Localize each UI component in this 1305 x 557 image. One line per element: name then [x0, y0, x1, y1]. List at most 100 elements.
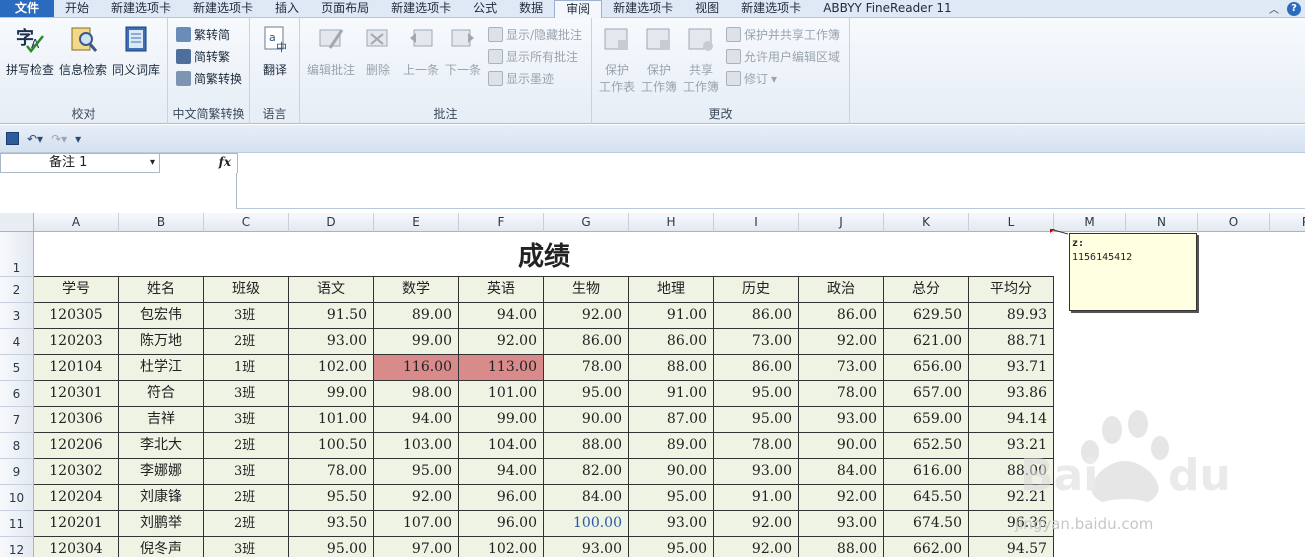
table-cell[interactable]: 90.00 [629, 459, 714, 485]
header-cell[interactable]: 数学 [374, 277, 459, 303]
table-cell[interactable]: 刘鹏举 [119, 511, 204, 537]
table-cell[interactable]: 657.00 [884, 381, 969, 407]
allow-edit-ranges-button[interactable]: 允许用户编辑区域 [726, 48, 840, 65]
to-simplified-button[interactable]: 繁转简 [176, 26, 230, 43]
table-cell[interactable]: 78.00 [289, 459, 374, 485]
table-cell[interactable]: 90.00 [799, 433, 884, 459]
column-header[interactable]: N [1126, 213, 1198, 232]
column-header[interactable]: P [1270, 213, 1305, 232]
table-cell[interactable]: 93.71 [969, 355, 1054, 381]
table-cell[interactable]: 78.00 [799, 381, 884, 407]
table-cell[interactable]: 2班 [204, 485, 289, 511]
tab-0[interactable]: 文件 [0, 0, 54, 17]
table-cell[interactable]: 99.00 [459, 407, 544, 433]
table-cell[interactable]: 92.00 [459, 329, 544, 355]
table-cell[interactable]: 95.00 [629, 485, 714, 511]
table-cell[interactable]: 95.00 [629, 537, 714, 557]
table-cell[interactable]: 86.00 [714, 355, 799, 381]
row-header[interactable]: 3 [0, 303, 34, 329]
show-ink-button[interactable]: 显示墨迹 [488, 70, 554, 87]
table-cell[interactable]: 91.00 [629, 303, 714, 329]
thesaurus-button[interactable]: 同义词库 [110, 24, 162, 78]
table-cell[interactable]: 73.00 [799, 355, 884, 381]
table-cell[interactable]: 91.50 [289, 303, 374, 329]
table-cell[interactable]: 78.00 [544, 355, 629, 381]
header-cell[interactable]: 姓名 [119, 277, 204, 303]
track-changes-button[interactable]: 修订 ▾ [726, 70, 777, 87]
column-header[interactable]: K [884, 213, 969, 232]
table-cell[interactable]: 621.00 [884, 329, 969, 355]
spell-check-button[interactable]: 字A 拼写检查 [4, 24, 56, 78]
row-header[interactable]: 9 [0, 459, 34, 485]
table-cell[interactable]: 刘康锋 [119, 485, 204, 511]
table-cell[interactable]: 95.00 [289, 537, 374, 557]
header-cell[interactable]: 平均分 [969, 277, 1054, 303]
table-cell[interactable]: 78.00 [714, 433, 799, 459]
table-cell[interactable]: 94.00 [459, 303, 544, 329]
to-traditional-button[interactable]: 简转繁 [176, 48, 230, 65]
protect-share-button[interactable]: 保护并共享工作簿 [726, 26, 840, 43]
column-header[interactable]: D [289, 213, 374, 232]
table-cell[interactable]: 倪冬声 [119, 537, 204, 557]
table-cell[interactable]: 120104 [34, 355, 119, 381]
table-cell[interactable]: 93.86 [969, 381, 1054, 407]
save-icon[interactable] [6, 132, 19, 145]
header-cell[interactable]: 语文 [289, 277, 374, 303]
protect-sheet-button[interactable]: 保护 工作表 [596, 24, 638, 95]
table-cell[interactable]: 92.00 [544, 303, 629, 329]
table-cell[interactable]: 116.00 [374, 355, 459, 381]
table-cell[interactable]: 101.00 [459, 381, 544, 407]
table-cell[interactable]: 94.00 [374, 407, 459, 433]
table-cell[interactable]: 93.00 [714, 459, 799, 485]
table-cell[interactable]: 3班 [204, 459, 289, 485]
row-header[interactable]: 10 [0, 485, 34, 511]
column-header[interactable]: A [34, 213, 119, 232]
table-cell[interactable]: 3班 [204, 381, 289, 407]
row-header[interactable]: 8 [0, 433, 34, 459]
column-header[interactable]: I [714, 213, 799, 232]
tab-5[interactable]: 页面布局 [310, 0, 380, 17]
column-header[interactable]: H [629, 213, 714, 232]
chevron-down-icon[interactable]: ▾ [150, 154, 155, 172]
table-cell[interactable]: 92.00 [799, 485, 884, 511]
tab-7[interactable]: 公式 [462, 0, 508, 17]
table-cell[interactable]: 89.00 [629, 433, 714, 459]
table-cell[interactable]: 656.00 [884, 355, 969, 381]
table-cell[interactable]: 88.00 [799, 537, 884, 557]
header-cell[interactable]: 总分 [884, 277, 969, 303]
row-header[interactable]: 6 [0, 381, 34, 407]
table-cell[interactable]: 3班 [204, 303, 289, 329]
row-header[interactable]: 12 [0, 537, 34, 557]
share-workbook-button[interactable]: 共享 工作簿 [680, 24, 722, 95]
table-cell[interactable]: 120204 [34, 485, 119, 511]
table-cell[interactable]: 645.50 [884, 485, 969, 511]
show-all-comments-button[interactable]: 显示所有批注 [488, 48, 578, 65]
table-cell[interactable]: 674.50 [884, 511, 969, 537]
table-cell[interactable]: 3班 [204, 537, 289, 557]
table-cell[interactable]: 李北大 [119, 433, 204, 459]
tab-12[interactable]: 新建选项卡 [730, 0, 812, 17]
table-cell[interactable]: 2班 [204, 433, 289, 459]
tab-9[interactable]: 审阅 [554, 0, 603, 19]
table-cell[interactable]: 99.00 [374, 329, 459, 355]
table-cell[interactable]: 92.00 [374, 485, 459, 511]
row-header[interactable]: 7 [0, 407, 34, 433]
column-header[interactable]: O [1198, 213, 1270, 232]
table-cell[interactable]: 杜学江 [119, 355, 204, 381]
table-cell[interactable]: 86.00 [629, 329, 714, 355]
column-header[interactable]: B [119, 213, 204, 232]
undo-icon[interactable]: ↶▾ [27, 132, 43, 146]
table-cell[interactable]: 97.00 [374, 537, 459, 557]
table-cell[interactable]: 3班 [204, 407, 289, 433]
show-hide-comment-button[interactable]: 显示/隐藏批注 [488, 26, 582, 43]
header-cell[interactable]: 英语 [459, 277, 544, 303]
column-header[interactable]: C [204, 213, 289, 232]
table-cell[interactable]: 90.00 [544, 407, 629, 433]
table-cell[interactable]: 87.00 [629, 407, 714, 433]
table-cell[interactable]: 91.00 [629, 381, 714, 407]
name-box[interactable]: 备注 1 ▾ [0, 153, 160, 173]
table-cell[interactable]: 120201 [34, 511, 119, 537]
select-all-corner[interactable] [0, 213, 34, 232]
table-cell[interactable]: 93.00 [799, 407, 884, 433]
table-cell[interactable]: 89.00 [374, 303, 459, 329]
